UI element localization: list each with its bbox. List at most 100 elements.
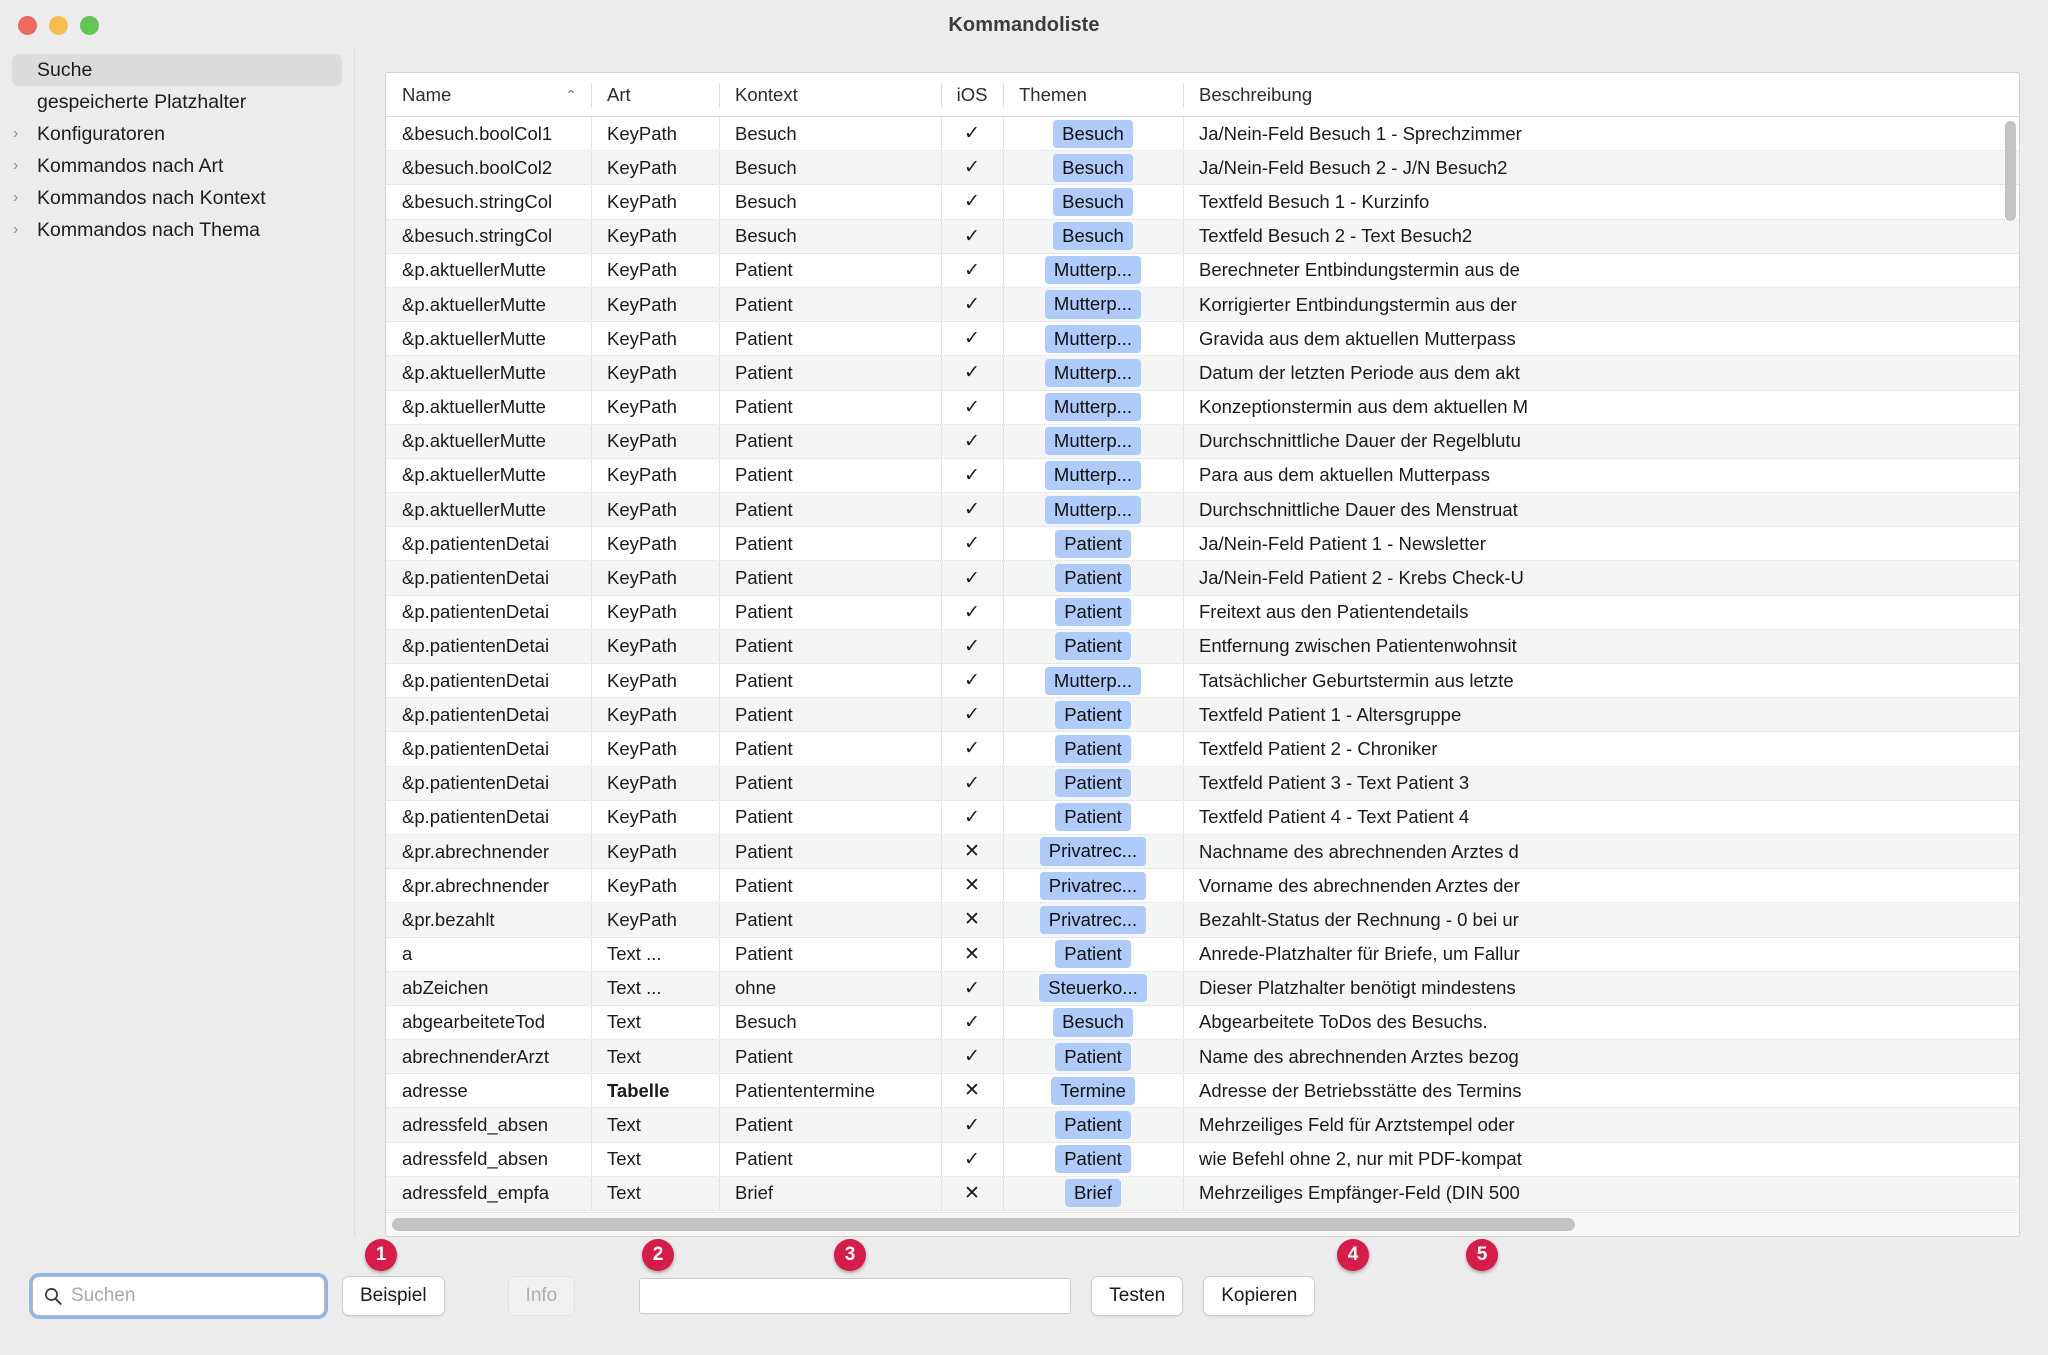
cell-beschreibung: Berechneter Entbindungstermin aus de [1183, 253, 2019, 287]
cell-kontext: Patient [719, 595, 941, 629]
cell-art: KeyPath [591, 869, 719, 903]
table-row[interactable]: &p.aktuellerMutte KeyPath Patient ✓ Mutterp.… [386, 322, 2019, 357]
table-row[interactable]: abrechnenderArzt Text Patient ✓ Patient Name … [386, 1040, 2019, 1075]
themen-badge: Mutterp... [1044, 427, 1142, 456]
table-row[interactable]: abZeichen Text ... ohne ✓ Steuerko... Dieser … [386, 971, 2019, 1006]
cell-name: &p.aktuellerMutte [402, 396, 546, 418]
cell-kontext: Patient [719, 1040, 941, 1074]
cell-name: &p.aktuellerMutte [402, 361, 546, 383]
table-row[interactable]: &p.aktuellerMutte KeyPath Patient ✓ Mutterp.… [386, 356, 2019, 391]
table-row[interactable]: &p.patientenDetai KeyPath Patient ✓ Patient T… [386, 766, 2019, 801]
table-row[interactable]: &pr.abrechnender KeyPath Patient ✕ Privatrec… [386, 869, 2019, 904]
kopieren-button[interactable]: Kopieren [1203, 1276, 1316, 1316]
search-field[interactable] [32, 1276, 325, 1316]
annotation-pin-1: 1 [365, 1239, 397, 1271]
table-row[interactable]: &p.patientenDetai KeyPath Patient ✓ Patient J… [386, 561, 2019, 596]
sidebar-item-label: Konfiguratoren [37, 122, 165, 145]
info-button[interactable]: Info [507, 1276, 576, 1316]
table-row[interactable]: &p.aktuellerMutte KeyPath Patient ✓ Mutterp.… [386, 458, 2019, 494]
chevron-right-icon[interactable]: › [13, 222, 27, 238]
chevron-right-icon[interactable]: › [13, 158, 27, 174]
table-row[interactable]: &besuch.boolCol2 KeyPath Besuch ✓ Besuch Ja/N… [386, 151, 2019, 186]
themen-badge: Mutterp... [1044, 290, 1142, 319]
table-row[interactable]: adressfeld_empfa Text Brief ✕ Brief Mehrzeili… [386, 1176, 2019, 1211]
beispiel-button[interactable]: Beispiel [342, 1276, 445, 1316]
close-button-icon[interactable] [18, 16, 37, 35]
cell-themen: Termine [1003, 1074, 1183, 1108]
cell-name: &p.patientenDetai [402, 737, 550, 759]
column-header-label: Themen [1019, 83, 1087, 105]
vertical-scrollbar-thumb[interactable] [2005, 121, 2016, 221]
zoom-button-icon[interactable] [80, 16, 99, 35]
cell-ios: ✓ [941, 800, 1003, 834]
table-row[interactable]: &p.aktuellerMutte KeyPath Patient ✓ Mutterp.… [386, 424, 2019, 459]
table-row[interactable]: &p.aktuellerMutte KeyPath Patient ✓ Mutterp.… [386, 493, 2019, 528]
sidebar-item-kommandos-nach-thema[interactable]: › Kommandos nach Thema [12, 214, 342, 246]
sidebar-item-gespeicherte-platzhalter[interactable]: gespeicherte Platzhalter [12, 86, 342, 118]
table-row[interactable]: adressfeld_absen Text Patient ✓ Patient wie B… [386, 1142, 2019, 1177]
sidebar-item-kommandos-nach-art[interactable]: › Kommandos nach Art [12, 150, 342, 182]
table-row[interactable]: adresse Tabelle Patiententermine ✕ Termine Ad… [386, 1074, 2019, 1109]
table-row[interactable]: &p.patientenDetai KeyPath Patient ✓ Patient F… [386, 595, 2019, 630]
horizontal-scrollbar-thumb[interactable] [392, 1218, 1576, 1231]
column-header-ios[interactable]: iOS [941, 73, 1003, 117]
table-row[interactable]: &p.patientenDetai KeyPath Patient ✓ Patient E… [386, 629, 2019, 664]
cell-name: &p.patientenDetai [402, 772, 550, 794]
search-input[interactable] [71, 1285, 314, 1307]
table-row[interactable]: &p.patientenDetai KeyPath Patient ✓ Mutterp.… [386, 664, 2019, 699]
testen-button[interactable]: Testen [1091, 1276, 1184, 1316]
table-row[interactable]: a Text ... Patient ✕ Patient Anrede-Platzhalt… [386, 937, 2019, 972]
table-row[interactable]: &besuch.boolCol1 KeyPath Besuch ✓ Besuch Ja/N… [386, 117, 2019, 152]
check-icon: ✓ [964, 294, 980, 316]
sidebar-item-konfiguratoren[interactable]: › Konfiguratoren [12, 118, 342, 150]
window-body: Suche gespeicherte Platzhalter › Konfigu… [0, 50, 2048, 1237]
table-row[interactable]: &pr.abrechnender KeyPath Patient ✕ Privatrec… [386, 834, 2019, 870]
cell-art: KeyPath [591, 766, 719, 800]
horizontal-scrollbar[interactable] [386, 1212, 2019, 1236]
column-header-beschreibung[interactable]: Beschreibung [1183, 73, 2019, 117]
column-header-themen[interactable]: Themen [1003, 73, 1183, 117]
cell-ios: ✓ [941, 664, 1003, 698]
cell-art: Tabelle [591, 1074, 719, 1108]
cell-themen: Patient [1003, 732, 1183, 766]
cell-themen: Patient [1003, 595, 1183, 629]
table-row[interactable]: &p.aktuellerMutte KeyPath Patient ✓ Mutterp.… [386, 390, 2019, 425]
annotation-pin-5: 5 [1466, 1239, 1498, 1271]
table-row[interactable]: &p.patientenDetai KeyPath Patient ✓ Patient T… [386, 800, 2019, 835]
table-row[interactable]: &p.aktuellerMutte KeyPath Patient ✓ Mutterp.… [386, 287, 2019, 323]
table-body[interactable]: &besuch.boolCol1 KeyPath Besuch ✓ Besuch Ja/N… [386, 117, 2019, 1212]
cell-name: abrechnenderArzt [402, 1045, 550, 1067]
cell-themen: Patient [1003, 800, 1183, 834]
chevron-right-icon[interactable]: › [13, 126, 27, 142]
minimize-button-icon[interactable] [49, 16, 68, 35]
cell-ios: ✓ [941, 390, 1003, 424]
cell-name: &p.aktuellerMutte [402, 293, 546, 315]
cell-beschreibung: Anrede-Platzhalter für Briefe, um Fallur [1183, 937, 2019, 971]
table-row[interactable]: &p.patientenDetai KeyPath Patient ✓ Patient J… [386, 527, 2019, 562]
table-row[interactable]: &p.aktuellerMutte KeyPath Patient ✓ Mutterp.… [386, 253, 2019, 288]
column-header-kontext[interactable]: Kontext [719, 73, 941, 117]
cell-themen: Mutterp... [1003, 322, 1183, 356]
table-row[interactable]: abgearbeiteteTod Text Besuch ✓ Besuch Abgearb… [386, 1005, 2019, 1041]
sidebar-item-suche[interactable]: Suche [12, 54, 342, 86]
table-row[interactable]: &pr.bezahlt KeyPath Patient ✕ Privatrec... Be… [386, 903, 2019, 938]
column-header-name[interactable]: Name ⌃ [386, 73, 591, 117]
table-row[interactable]: &besuch.stringCol KeyPath Besuch ✓ Besuch Tex… [386, 219, 2019, 254]
result-text-field[interactable] [639, 1278, 1072, 1314]
cell-ios: ✕ [941, 1176, 1003, 1210]
cell-art: KeyPath [591, 732, 719, 766]
chevron-right-icon[interactable]: › [13, 190, 27, 206]
table-row[interactable]: adressfeld_absen Text Patient ✓ Patient Mehrz… [386, 1108, 2019, 1143]
table-row[interactable]: &p.patientenDetai KeyPath Patient ✓ Patient T… [386, 732, 2019, 767]
sidebar-item-kommandos-nach-kontext[interactable]: › Kommandos nach Kontext [12, 182, 342, 214]
column-header-art[interactable]: Art [591, 73, 719, 117]
cell-art: Text [591, 1176, 719, 1210]
table-row[interactable]: &p.patientenDetai KeyPath Patient ✓ Patient T… [386, 698, 2019, 733]
table-row[interactable]: &besuch.stringCol KeyPath Besuch ✓ Besuch Tex… [386, 185, 2019, 220]
check-icon: ✓ [964, 1114, 980, 1136]
cell-ios: ✓ [941, 493, 1003, 527]
themen-badge: Patient [1055, 700, 1131, 729]
themen-badge: Patient [1055, 632, 1131, 661]
cell-kontext: Patient [719, 664, 941, 698]
check-icon: ✓ [964, 123, 980, 145]
